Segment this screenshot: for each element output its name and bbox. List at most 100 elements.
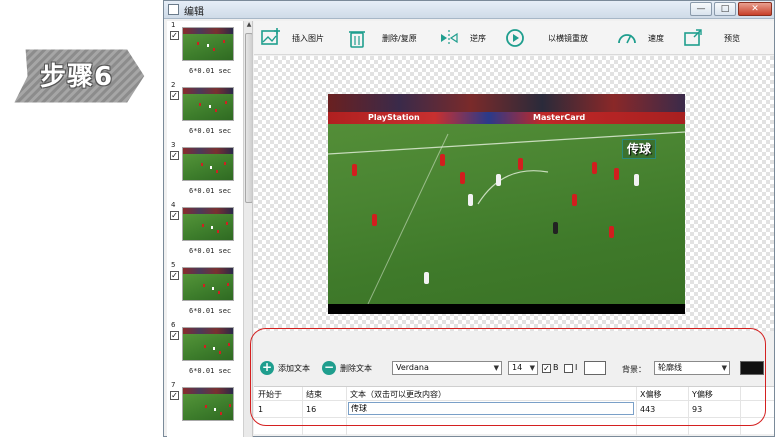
cell-text-input[interactable]: 传球 [348, 402, 634, 415]
scrollbar-thumb[interactable] [245, 33, 252, 203]
frame-item[interactable]: 1 ✓ 6*0.01 sec [167, 21, 252, 81]
background-color-picker[interactable] [740, 361, 764, 375]
chevron-down-icon: ▼ [493, 364, 499, 372]
player-figure [352, 164, 357, 176]
frame-checkbox[interactable]: ✓ [170, 331, 179, 340]
italic-checkbox[interactable] [564, 364, 573, 373]
frame-item[interactable]: 6 ✓ 6*0.01 sec [167, 321, 252, 381]
cell-y-offset[interactable]: 93 [692, 405, 702, 414]
minimize-button[interactable]: — [690, 2, 712, 16]
column-header-end[interactable]: 结束 [306, 389, 322, 400]
frame-number: 7 [171, 381, 176, 389]
preview-button[interactable] [682, 25, 704, 51]
frame-number: 2 [171, 81, 176, 89]
speed-button[interactable] [616, 25, 638, 51]
player-figure [518, 158, 523, 170]
text-list-table: 开始于 结束 文本（双击可以更改内容） X偏移 Y偏移 1 16 传球 443 … [254, 386, 774, 435]
column-header-x-offset[interactable]: X偏移 [640, 389, 661, 400]
mirror-replay-label[interactable]: 以横镜重放 [548, 33, 588, 44]
preview-canvas[interactable]: PlayStation MasterCard 传球 [254, 56, 774, 331]
player-figure [634, 174, 639, 186]
frame-thumbnail [182, 87, 234, 121]
speed-label[interactable]: 速度 [648, 33, 664, 44]
frame-duration: 6*0.01 sec [189, 367, 232, 375]
add-text-label: 添加文本 [278, 363, 310, 373]
frame-thumbnail [182, 387, 234, 421]
title-bar: 编辑 — □ ✕ [164, 1, 774, 19]
ad-text-mastercard: MasterCard [533, 113, 586, 122]
plus-circle-icon: + [260, 360, 274, 375]
trash-icon [349, 31, 365, 48]
scroll-up-arrow-icon[interactable]: ▲ [244, 21, 252, 31]
delete-text-button[interactable]: − 删除文本 [322, 359, 372, 377]
frame-item[interactable]: 5 ✓ 6*0.01 sec [167, 261, 252, 321]
insert-image-button[interactable] [260, 25, 282, 51]
referee-figure [553, 222, 558, 234]
delete-text-label: 删除文本 [340, 363, 372, 373]
chevron-down-icon: ▼ [721, 364, 727, 372]
table-col-divider [346, 387, 347, 435]
insert-image-icon [261, 28, 280, 45]
frame-item[interactable]: 2 ✓ 6*0.01 sec [167, 81, 252, 141]
frame-checkbox[interactable]: ✓ [170, 271, 179, 280]
reverse-label[interactable]: 逆序 [470, 33, 486, 44]
player-figure [592, 162, 597, 174]
frame-thumbnail-list[interactable]: 1 ✓ 6*0.01 sec 2 ✓ 6*0.01 sec 3 ✓ 6*0.01… [167, 21, 253, 437]
font-size-select[interactable]: 14 ▼ [508, 361, 538, 375]
text-color-picker[interactable] [584, 361, 606, 375]
preview-label[interactable]: 预览 [724, 33, 740, 44]
player-figure [440, 154, 445, 166]
player-figure [496, 174, 501, 186]
table-col-divider [688, 387, 689, 435]
table-row-divider [254, 417, 774, 418]
soccer-pitch-image [328, 94, 685, 304]
frame-checkbox[interactable]: ✓ [170, 91, 179, 100]
frame-item[interactable]: 3 ✓ 6*0.01 sec [167, 141, 252, 201]
preview-icon [684, 29, 702, 46]
frame-item[interactable]: 7 ✓ [167, 381, 252, 437]
step-badge: 步骤6 [10, 44, 150, 108]
frame-item[interactable]: 4 ✓ 6*0.01 sec [167, 201, 252, 261]
delete-restore-button[interactable] [346, 25, 368, 51]
reverse-button[interactable] [438, 25, 460, 51]
minus-circle-icon: − [322, 360, 336, 375]
frame-thumbnail [182, 207, 234, 241]
player-figure [614, 168, 619, 180]
video-letterbox [328, 304, 685, 314]
delete-restore-label[interactable]: 删除/复原 [382, 33, 417, 44]
frame-number: 4 [171, 201, 176, 209]
app-icon [168, 4, 179, 15]
frame-number: 3 [171, 141, 176, 149]
reverse-icon [441, 30, 458, 46]
cell-end[interactable]: 16 [306, 405, 316, 414]
cell-start[interactable]: 1 [258, 405, 263, 414]
player-figure [460, 172, 465, 184]
frame-checkbox[interactable]: ✓ [170, 211, 179, 220]
mirror-replay-button[interactable] [504, 25, 526, 51]
frame-thumbnail [182, 327, 234, 361]
column-header-start[interactable]: 开始于 [258, 389, 282, 400]
background-label: 背景： [622, 365, 646, 374]
step-label: 步骤6 [40, 62, 114, 92]
add-text-button[interactable]: + 添加文本 [260, 359, 310, 377]
frame-duration: 6*0.01 sec [189, 307, 232, 315]
bold-checkbox[interactable]: ✓ [542, 364, 551, 373]
frame-number: 5 [171, 261, 176, 269]
thumbnail-scrollbar[interactable]: ▲ [243, 21, 252, 437]
column-header-text[interactable]: 文本（双击可以更改内容） [350, 389, 446, 400]
speedometer-icon [618, 34, 636, 44]
caption-text-overlay[interactable]: 传球 [622, 139, 656, 159]
column-header-y-offset[interactable]: Y偏移 [692, 389, 713, 400]
font-select[interactable]: Verdana ▼ [392, 361, 502, 375]
frame-checkbox[interactable]: ✓ [170, 391, 179, 400]
frame-checkbox[interactable]: ✓ [170, 151, 179, 160]
italic-label: I [575, 363, 578, 372]
ad-boards: PlayStation MasterCard [328, 112, 685, 124]
maximize-button[interactable]: □ [714, 2, 736, 16]
cell-x-offset[interactable]: 443 [640, 405, 655, 414]
frame-checkbox[interactable]: ✓ [170, 31, 179, 40]
insert-image-label[interactable]: 插入图片 [292, 33, 324, 44]
background-select[interactable]: 轮廓线 ▼ [654, 361, 730, 375]
close-button[interactable]: ✕ [738, 2, 772, 16]
video-frame[interactable]: PlayStation MasterCard 传球 [328, 94, 685, 314]
